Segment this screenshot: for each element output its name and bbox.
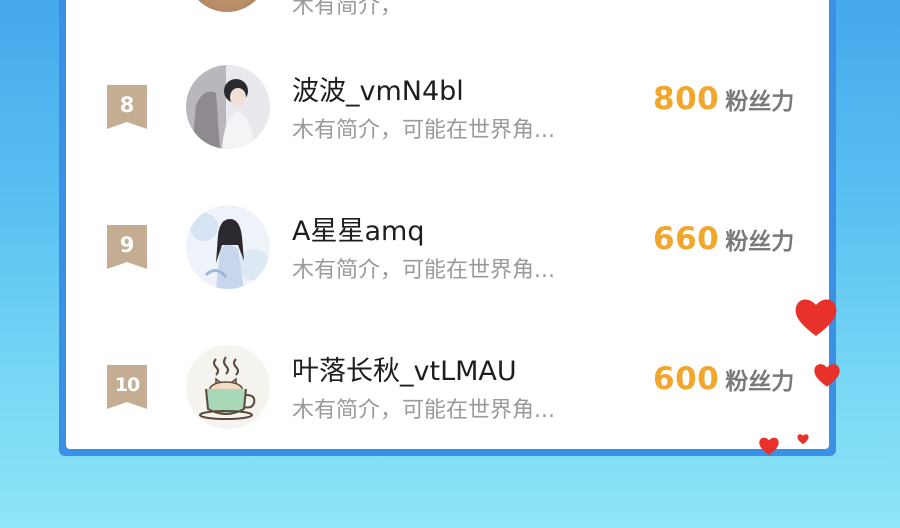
avatar[interactable] [186, 65, 270, 149]
user-bio: 木有简介，可能在世界角... [292, 118, 555, 143]
list-item[interactable]: 10 叶落长秋_vtLMAU 木有简介，可能在世界角... 600 粉丝力 [66, 345, 829, 485]
user-name[interactable]: A星星amq [292, 209, 424, 248]
rank-badge: 9 [107, 225, 147, 269]
avatar[interactable] [186, 205, 270, 289]
fan-power-score: 800 粉丝力 [653, 81, 794, 117]
avatar[interactable] [186, 345, 270, 429]
user-bio: 木有简介，可能在世界角... [292, 258, 555, 283]
score-value: 600 [653, 361, 720, 397]
fan-power-score: 660 粉丝力 [653, 221, 794, 257]
user-name[interactable]: 叶落长秋_vtLMAU [292, 349, 517, 388]
score-unit: 粉丝力 [725, 369, 795, 395]
rank-badge: 8 [107, 85, 147, 129]
score-unit: 粉丝力 [725, 229, 795, 255]
heart-icon [795, 299, 837, 336]
heart-icon [814, 364, 840, 387]
list-item[interactable]: 8 波波_vmN4bl 木有简介，可能在世界角... 800 粉丝力 [66, 65, 829, 205]
score-value: 660 [653, 221, 720, 257]
fan-power-score: 600 粉丝力 [653, 361, 794, 397]
user-bio: 木有简介，可能在世界角... [292, 398, 555, 423]
heart-icon [797, 434, 809, 445]
user-bio: 木有简介， [292, 0, 403, 19]
user-name[interactable]: 波波_vmN4bl [292, 69, 464, 108]
heart-icon [759, 437, 779, 456]
rank-badge: 10 [107, 365, 147, 409]
score-unit: 粉丝力 [725, 89, 795, 115]
list-item[interactable]: 9 A星星amq 木有简介，可能在世界角... 660 粉丝力 [66, 205, 829, 345]
score-value: 800 [653, 81, 720, 117]
